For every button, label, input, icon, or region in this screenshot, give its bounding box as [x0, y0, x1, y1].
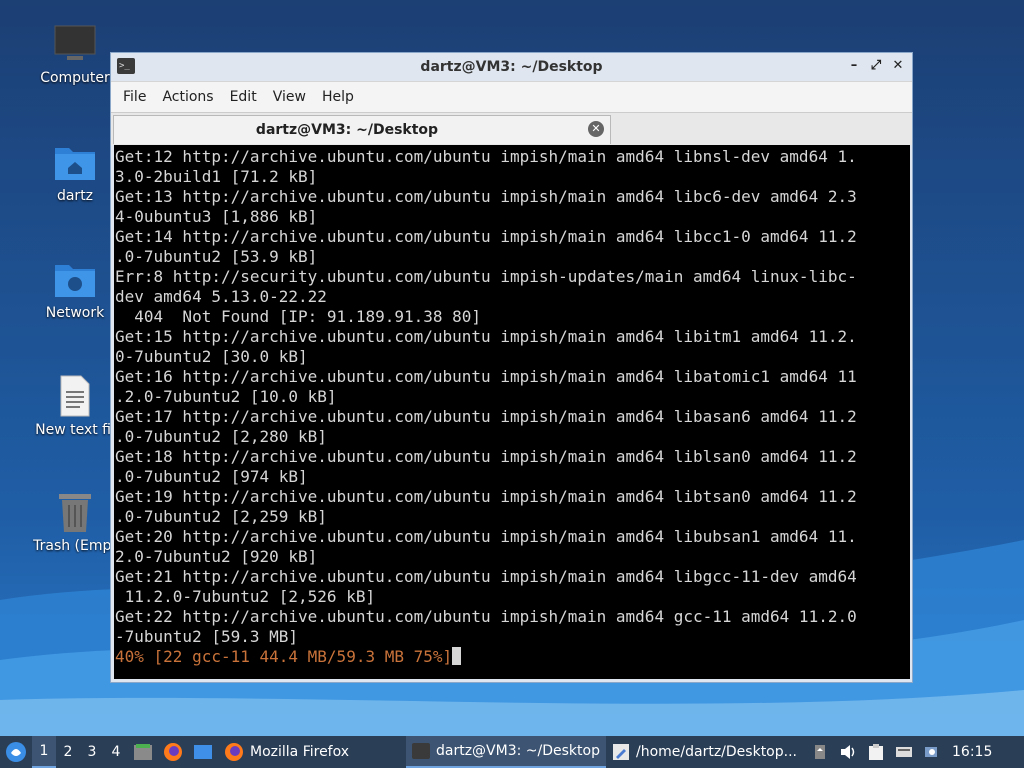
terminal-line: .0-7ubuntu2 [974 kB] [115, 467, 308, 486]
progress-line: 40% [22 gcc-11 44.4 MB/59.3 MB 75%] [115, 647, 453, 666]
task-label: /home/dartz/Desktop... [636, 744, 797, 760]
tab-bar: dartz@VM3: ~/Desktop ✕ [111, 112, 912, 145]
menu-edit[interactable]: Edit [222, 82, 265, 112]
terminal-line: 2.0-7ubuntu2 [920 kB] [115, 547, 318, 566]
terminal-line: .0-7ubuntu2 [2,280 kB] [115, 427, 327, 446]
network-icon [925, 747, 937, 757]
window-titlebar[interactable]: >_ dartz@VM3: ~/Desktop – ⤢ ✕ [111, 53, 912, 81]
home-folder-icon [53, 140, 97, 184]
text-editor-icon [613, 744, 629, 760]
start-menu-icon [6, 742, 26, 762]
terminal-line: 3.0-2build1 [71.2 kB] [115, 167, 318, 186]
terminal-line: Get:22 http://archive.ubuntu.com/ubuntu … [115, 607, 857, 626]
menu-help[interactable]: Help [314, 82, 362, 112]
terminal-line: dev amd64 5.13.0-22.22 [115, 287, 327, 306]
file-manager-launcher[interactable] [128, 736, 158, 768]
show-desktop-launcher[interactable] [188, 736, 218, 768]
menu-view[interactable]: View [265, 82, 314, 112]
workspace-3[interactable]: 3 [80, 736, 104, 768]
terminal-cursor [452, 647, 462, 665]
terminal-line: Get:18 http://archive.ubuntu.com/ubuntu … [115, 447, 857, 466]
terminal-line: Get:17 http://archive.ubuntu.com/ubuntu … [115, 407, 857, 426]
tab-label: dartz@VM3: ~/Desktop [255, 122, 439, 138]
terminal-line: -7ubuntu2 [59.3 MB] [115, 627, 299, 646]
terminal-line: .0-7ubuntu2 [53.9 kB] [115, 247, 318, 266]
terminal-line: Err:8 http://security.ubuntu.com/ubuntu … [115, 267, 857, 286]
keyboard-tray[interactable] [890, 736, 918, 768]
tray-scroll[interactable] [806, 736, 834, 768]
firefox-icon [164, 743, 182, 761]
terminal-window[interactable]: >_ dartz@VM3: ~/Desktop – ⤢ ✕ File Actio… [110, 52, 913, 683]
terminal-line: Get:21 http://archive.ubuntu.com/ubuntu … [115, 567, 857, 586]
task-firefox[interactable]: Mozilla Firefox [218, 736, 406, 768]
firefox-icon [225, 743, 243, 761]
menubar: File Actions Edit View Help [111, 81, 912, 112]
taskbar: 1 2 3 4 Mozilla Firefox dartz@VM3: ~/Des… [0, 736, 1024, 768]
clock[interactable]: 16:15 [946, 736, 1002, 768]
keyboard-icon [896, 747, 912, 757]
task-label: Mozilla Firefox [250, 744, 350, 760]
volume-control[interactable] [834, 736, 862, 768]
trash-icon [53, 490, 97, 534]
close-icon[interactable]: ✕ [890, 57, 906, 75]
terminal-line: Get:12 http://archive.ubuntu.com/ubuntu … [115, 147, 857, 166]
task-text-editor[interactable]: /home/dartz/Desktop... [606, 736, 806, 768]
workspace-4[interactable]: 4 [104, 736, 128, 768]
clipboard-tray[interactable] [862, 736, 890, 768]
maximize-icon[interactable]: ⤢ [868, 57, 884, 75]
tab-close-icon[interactable]: ✕ [588, 121, 604, 137]
menu-file[interactable]: File [115, 82, 154, 112]
firefox-launcher[interactable] [158, 736, 188, 768]
terminal-tab[interactable]: dartz@VM3: ~/Desktop ✕ [113, 115, 611, 144]
computer-icon [53, 22, 97, 66]
network-tray[interactable] [918, 736, 946, 768]
clipboard-icon [869, 744, 883, 760]
terminal-line: Get:19 http://archive.ubuntu.com/ubuntu … [115, 487, 857, 506]
file-manager-icon [134, 744, 152, 760]
network-folder-icon [53, 257, 97, 301]
terminal-line: Get:16 http://archive.ubuntu.com/ubuntu … [115, 367, 857, 386]
terminal-line: .2.0-7ubuntu2 [10.0 kB] [115, 387, 337, 406]
workspace-1[interactable]: 1 [32, 736, 56, 768]
terminal-line: Get:13 http://archive.ubuntu.com/ubuntu … [115, 187, 857, 206]
text-file-icon [53, 374, 97, 418]
menu-actions[interactable]: Actions [154, 82, 221, 112]
tray-arrow-icon [815, 745, 825, 759]
terminal-line: 404 Not Found [IP: 91.189.91.38 80] [115, 307, 482, 326]
terminal-line: 4-0ubuntu3 [1,886 kB] [115, 207, 318, 226]
desktop-icon [194, 745, 212, 759]
terminal-line: 11.2.0-7ubuntu2 [2,526 kB] [115, 587, 376, 606]
window-title: dartz@VM3: ~/Desktop [420, 59, 603, 75]
terminal-icon [412, 743, 430, 759]
minimize-icon[interactable]: – [846, 57, 862, 75]
terminal-line: 0-7ubuntu2 [30.0 kB] [115, 347, 308, 366]
speaker-icon [841, 745, 855, 759]
task-terminal[interactable]: dartz@VM3: ~/Desktop [406, 736, 606, 768]
terminal-text: Get:12 http://archive.ubuntu.com/ubuntu … [114, 145, 910, 667]
start-menu-button[interactable] [0, 736, 32, 768]
workspace-2[interactable]: 2 [56, 736, 80, 768]
terminal-line: Get:20 http://archive.ubuntu.com/ubuntu … [115, 527, 857, 546]
terminal-line: .0-7ubuntu2 [2,259 kB] [115, 507, 327, 526]
task-label: dartz@VM3: ~/Desktop [436, 743, 600, 759]
terminal-output[interactable]: Get:12 http://archive.ubuntu.com/ubuntu … [114, 145, 910, 679]
terminal-line: Get:15 http://archive.ubuntu.com/ubuntu … [115, 327, 857, 346]
terminal-line: Get:14 http://archive.ubuntu.com/ubuntu … [115, 227, 857, 246]
